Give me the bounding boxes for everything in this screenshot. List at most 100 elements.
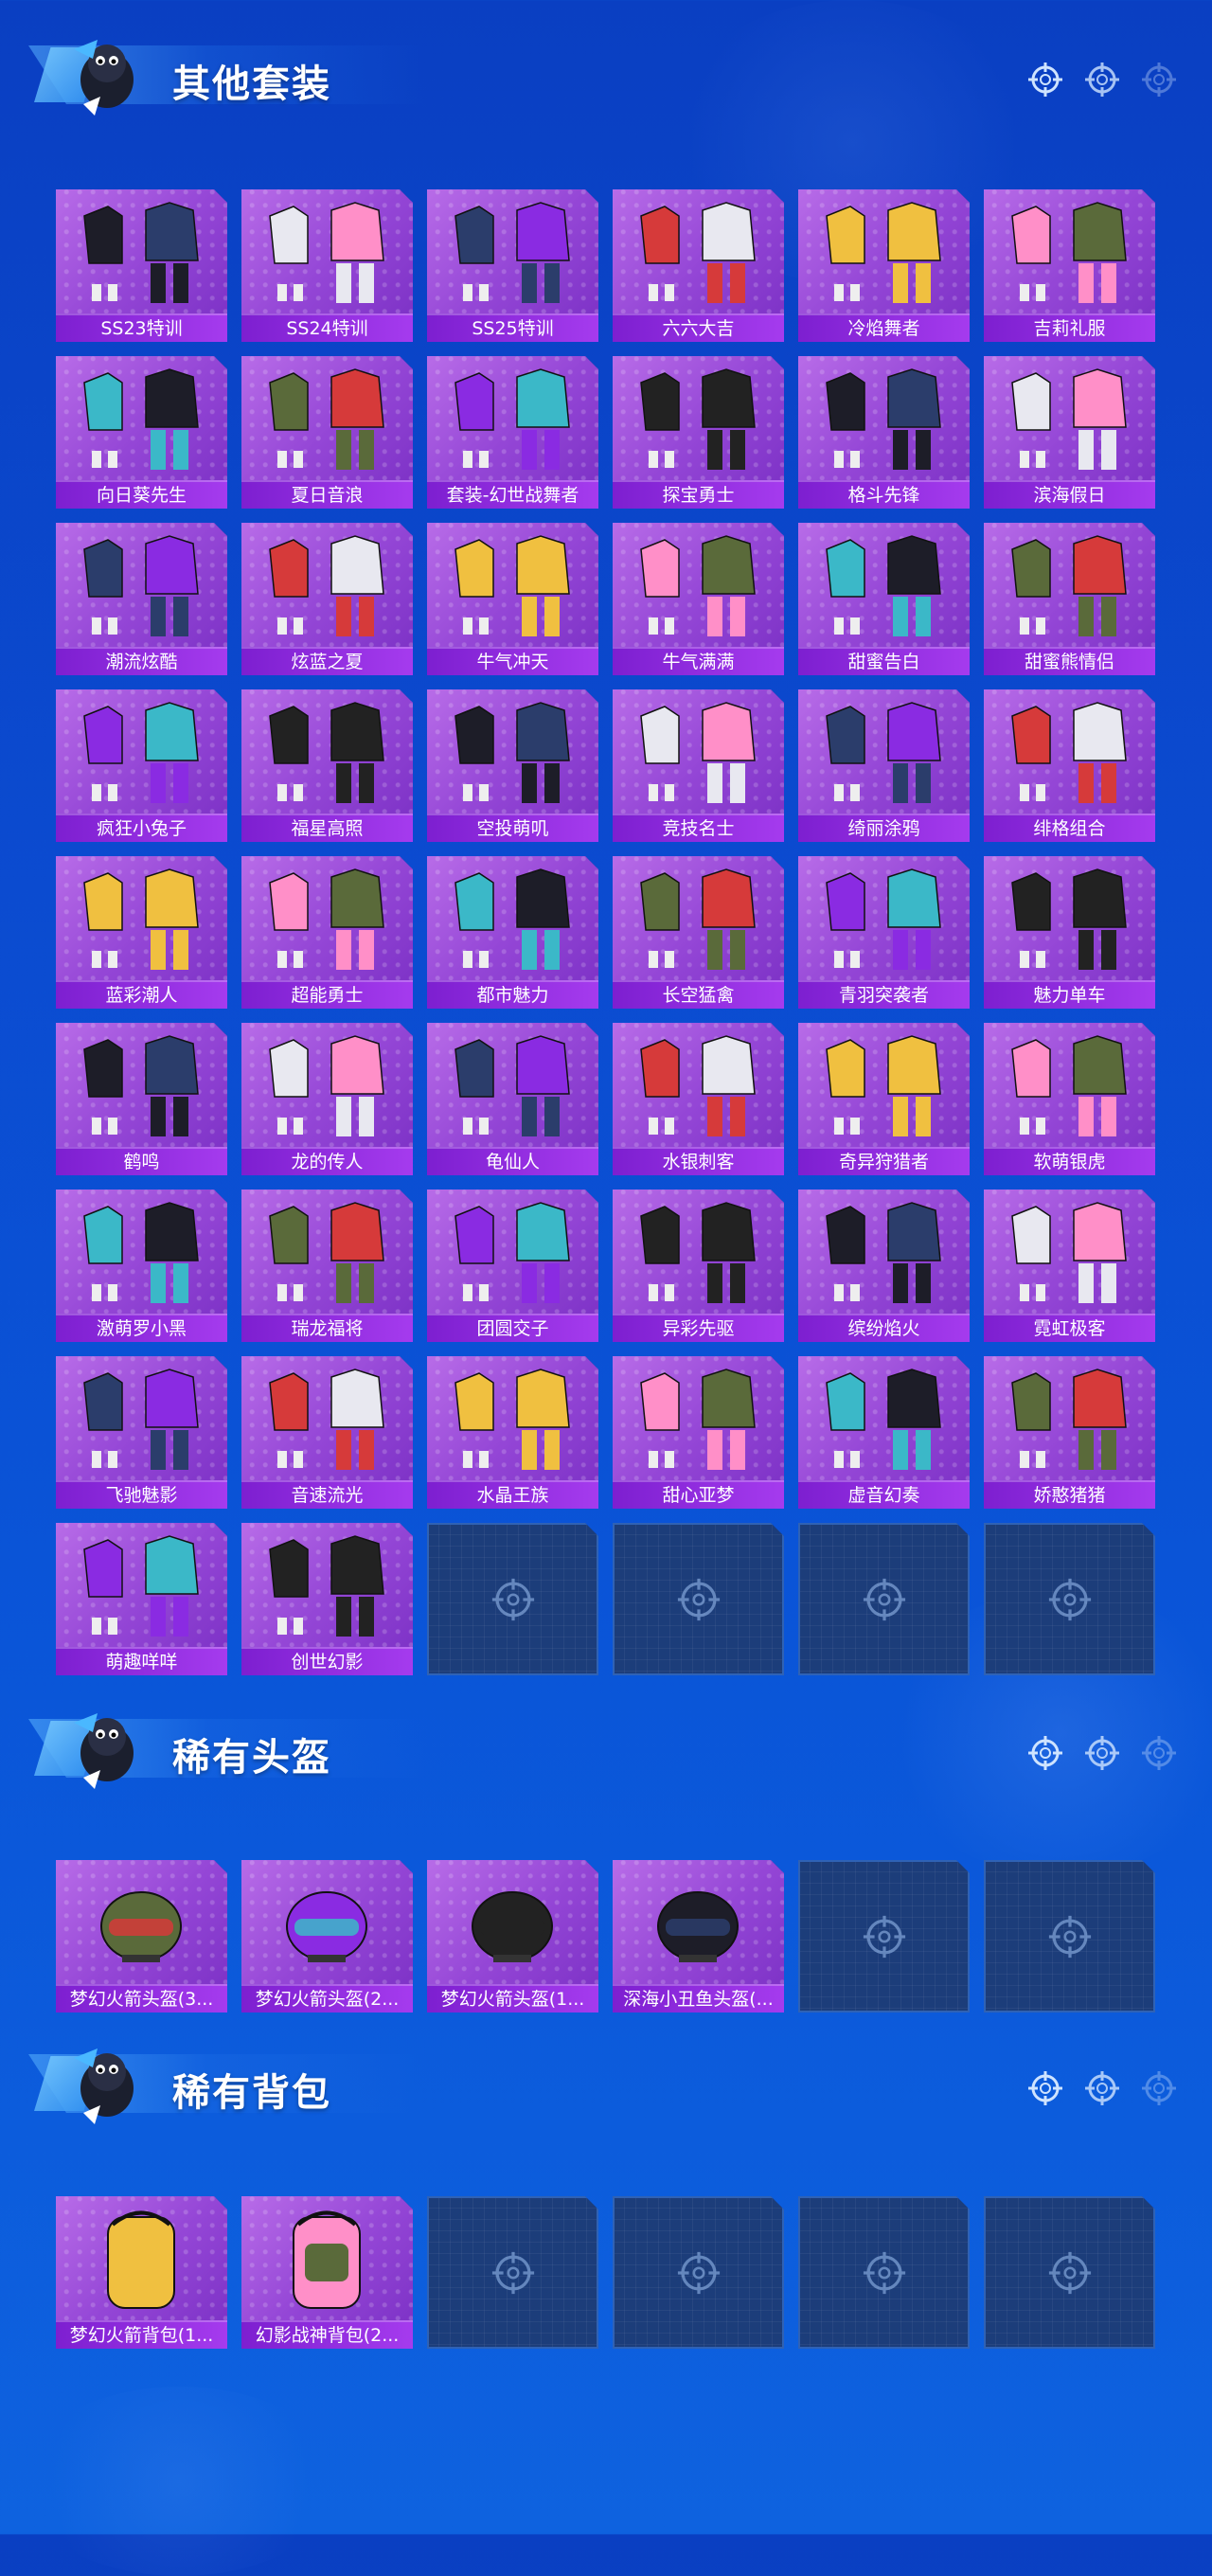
item-art xyxy=(798,189,970,315)
item-card[interactable]: SS24特训 xyxy=(241,189,413,342)
item-card[interactable]: 潮流炫酷 xyxy=(56,523,227,675)
item-card[interactable]: 炫蓝之夏 xyxy=(241,523,413,675)
crosshair-icon xyxy=(1045,2248,1095,2298)
item-card[interactable]: 鹤鸣 xyxy=(56,1023,227,1175)
outfit-image xyxy=(613,523,784,649)
item-card[interactable]: 团圆交子 xyxy=(427,1190,598,1342)
item-card[interactable]: 牛气冲天 xyxy=(427,523,598,675)
crosshair-icon xyxy=(1028,2071,1062,2105)
item-card[interactable]: 瑞龙福将 xyxy=(241,1190,413,1342)
outfit-image xyxy=(613,356,784,482)
item-art xyxy=(613,1860,784,1986)
item-card[interactable]: 绮丽涂鸦 xyxy=(798,689,970,842)
item-card[interactable]: 甜心亚梦 xyxy=(613,1356,784,1509)
item-card[interactable]: 青羽突袭者 xyxy=(798,856,970,1009)
item-art xyxy=(613,1356,784,1482)
item-card[interactable]: 飞驰魅影 xyxy=(56,1356,227,1509)
item-card[interactable]: 夏日音浪 xyxy=(241,356,413,509)
outfit-image xyxy=(241,1190,413,1315)
item-card[interactable]: 套装-幻世战舞者 xyxy=(427,356,598,509)
item-card[interactable]: 向日葵先生 xyxy=(56,356,227,509)
item-card[interactable]: 幻影战神背包(2... xyxy=(241,2196,413,2349)
item-card[interactable]: 长空猛禽 xyxy=(613,856,784,1009)
item-card[interactable]: 缤纷焰火 xyxy=(798,1190,970,1342)
item-card[interactable]: 水银刺客 xyxy=(613,1023,784,1175)
item-card[interactable]: 龟仙人 xyxy=(427,1023,598,1175)
item-card[interactable]: 激萌罗小黑 xyxy=(56,1190,227,1342)
item-card[interactable]: SS25特训 xyxy=(427,189,598,342)
outfit-image xyxy=(241,689,413,815)
outfit-image xyxy=(984,1023,1155,1149)
item-card[interactable]: 梦幻火箭背包(1... xyxy=(56,2196,227,2349)
item-card[interactable]: 霓虹极客 xyxy=(984,1190,1155,1342)
item-art xyxy=(241,1860,413,1986)
item-label: 夏日音浪 xyxy=(241,480,413,509)
crosshair-icon xyxy=(1045,1575,1095,1624)
outfit-image xyxy=(984,856,1155,982)
item-card[interactable]: 梦幻火箭头盔(1... xyxy=(427,1860,598,2012)
item-card[interactable]: 滨海假日 xyxy=(984,356,1155,509)
item-card[interactable]: 竞技名士 xyxy=(613,689,784,842)
mascot-icon xyxy=(74,40,134,116)
item-card[interactable]: 魅力单车 xyxy=(984,856,1155,1009)
item-card[interactable]: 梦幻火箭头盔(3... xyxy=(56,1860,227,2012)
item-card[interactable]: 异彩先驱 xyxy=(613,1190,784,1342)
item-card[interactable]: 绯格组合 xyxy=(984,689,1155,842)
item-art xyxy=(798,1190,970,1315)
item-card[interactable]: 创世幻影 xyxy=(241,1523,413,1675)
item-art xyxy=(241,1356,413,1482)
item-art xyxy=(427,1356,598,1482)
item-card[interactable]: 吉莉礼服 xyxy=(984,189,1155,342)
outfit-image xyxy=(241,356,413,482)
item-label: 缤纷焰火 xyxy=(798,1314,970,1342)
outfit-image xyxy=(984,189,1155,315)
item-card[interactable]: 冷焰舞者 xyxy=(798,189,970,342)
outfit-image xyxy=(798,1023,970,1149)
outfit-image xyxy=(984,523,1155,649)
item-card[interactable]: 超能勇士 xyxy=(241,856,413,1009)
item-art xyxy=(56,1356,227,1482)
crosshair-icon xyxy=(1085,63,1119,97)
item-card[interactable]: 龙的传人 xyxy=(241,1023,413,1175)
item-card[interactable]: 格斗先锋 xyxy=(798,356,970,509)
item-card[interactable]: 深海小丑鱼头盔(... xyxy=(613,1860,784,2012)
item-label: 激萌罗小黑 xyxy=(56,1314,227,1342)
item-card[interactable]: 探宝勇士 xyxy=(613,356,784,509)
item-card[interactable]: 虚音幻奏 xyxy=(798,1356,970,1509)
item-card[interactable]: 水晶王族 xyxy=(427,1356,598,1509)
item-card[interactable]: 音速流光 xyxy=(241,1356,413,1509)
outfit-image xyxy=(798,1356,970,1482)
item-art xyxy=(241,689,413,815)
outfit-image xyxy=(798,189,970,315)
mascot-icon xyxy=(74,1713,134,1789)
crosshair-icon xyxy=(1028,1736,1062,1770)
item-card[interactable]: SS23特训 xyxy=(56,189,227,342)
item-art xyxy=(427,189,598,315)
item-card[interactable]: 软萌银虎 xyxy=(984,1023,1155,1175)
item-card[interactable]: 甜蜜熊情侣 xyxy=(984,523,1155,675)
item-label: 音速流光 xyxy=(241,1480,413,1509)
outfit-image xyxy=(798,856,970,982)
item-card[interactable]: 牛气满满 xyxy=(613,523,784,675)
crosshair-icon xyxy=(674,2248,723,2298)
item-card[interactable]: 梦幻火箭头盔(2... xyxy=(241,1860,413,2012)
outfit-image xyxy=(613,1190,784,1315)
item-card[interactable]: 蓝彩潮人 xyxy=(56,856,227,1009)
item-art xyxy=(984,1023,1155,1149)
outfit-image xyxy=(241,523,413,649)
item-card[interactable]: 娇憨猪猪 xyxy=(984,1356,1155,1509)
item-card[interactable]: 空投萌叽 xyxy=(427,689,598,842)
outfit-image xyxy=(984,689,1155,815)
crosshair-indicators xyxy=(1026,1734,1178,1772)
item-card[interactable]: 奇异狩猎者 xyxy=(798,1023,970,1175)
helmet-image xyxy=(427,1860,598,1986)
item-label: 长空猛禽 xyxy=(613,980,784,1009)
item-card[interactable]: 都市魅力 xyxy=(427,856,598,1009)
item-card[interactable]: 萌趣咩咩 xyxy=(56,1523,227,1675)
item-label: 萌趣咩咩 xyxy=(56,1647,227,1675)
item-art xyxy=(984,523,1155,649)
item-card[interactable]: 福星高照 xyxy=(241,689,413,842)
item-card[interactable]: 甜蜜告白 xyxy=(798,523,970,675)
item-card[interactable]: 六六大吉 xyxy=(613,189,784,342)
item-card[interactable]: 疯狂小兔子 xyxy=(56,689,227,842)
